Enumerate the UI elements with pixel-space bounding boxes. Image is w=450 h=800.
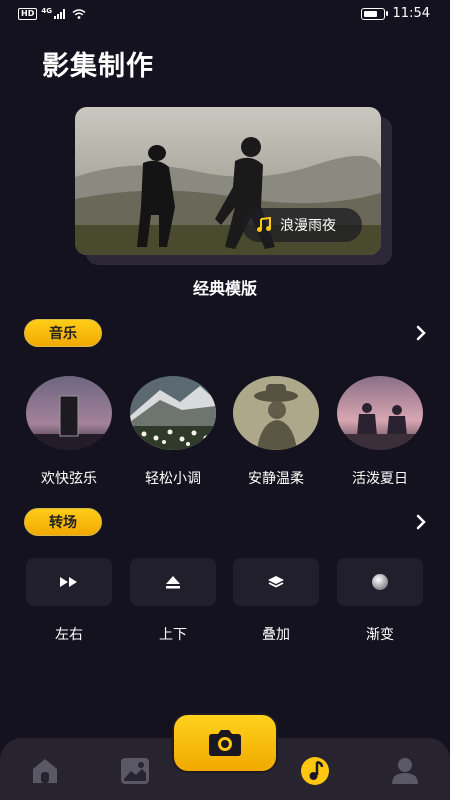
gallery-icon [121,758,149,784]
music-thumb [26,376,112,450]
transition-label: 左右 [55,627,83,643]
layers-icon [268,576,284,588]
template-label: 经典模版 [192,279,257,298]
transition-label: 叠加 [262,627,290,643]
gradient-sphere-icon [372,574,388,590]
signal-icon [53,9,65,19]
network-type: 4G [41,7,52,15]
transition-label: 上下 [159,627,187,643]
music-more-button[interactable] [414,324,428,342]
transition-item-up-down[interactable]: 上下 [129,558,217,644]
transition-section-badge: 转场 [24,508,102,536]
clock: 11:54 [392,6,430,21]
template-music-name: 浪漫雨夜 [280,218,336,234]
music-label: 安静温柔 [248,471,304,487]
transition-label: 渐变 [366,627,394,643]
camera-button[interactable] [172,713,278,773]
template-music-tag[interactable]: 浪漫雨夜 [242,208,362,242]
camera-icon [209,730,241,756]
status-bar: HD 4G 11:54 [0,0,450,30]
transition-tile [130,558,216,606]
music-label: 欢快弦乐 [41,471,97,487]
music-label: 轻松小调 [145,471,201,487]
chevron-right-icon [416,325,426,341]
music-note-icon [257,217,271,232]
page-title: 影集制作 [42,51,154,82]
home-icon [33,759,57,783]
transition-item-overlay[interactable]: 叠加 [232,558,320,644]
wifi-icon [72,9,86,19]
nav-music[interactable] [300,756,330,786]
transition-item-gradient[interactable]: 渐变 [336,558,424,644]
nav-gallery[interactable] [120,756,150,786]
music-thumb [130,376,216,450]
music-icon [301,757,329,785]
profile-icon [392,758,418,784]
music-item[interactable]: 活泼夏日 [336,376,424,488]
transition-more-button[interactable] [414,513,428,531]
transition-tile [233,558,319,606]
transition-tile [337,558,423,606]
fast-forward-icon [60,577,77,587]
nav-profile[interactable] [390,756,420,786]
nav-home[interactable] [30,756,60,786]
music-item[interactable]: 欢快弦乐 [25,376,113,488]
transition-tile [26,558,112,606]
music-item[interactable]: 安静温柔 [232,376,320,488]
battery-icon [360,7,388,20]
hd-badge: HD [18,8,38,20]
music-thumb [233,376,319,450]
transition-item-left-right[interactable]: 左右 [25,558,113,644]
chevron-right-icon [416,514,426,530]
music-thumb [337,376,423,450]
music-item[interactable]: 轻松小调 [129,376,217,488]
music-section-badge: 音乐 [24,319,102,347]
music-label: 活泼夏日 [352,471,408,487]
eject-icon [166,576,180,589]
